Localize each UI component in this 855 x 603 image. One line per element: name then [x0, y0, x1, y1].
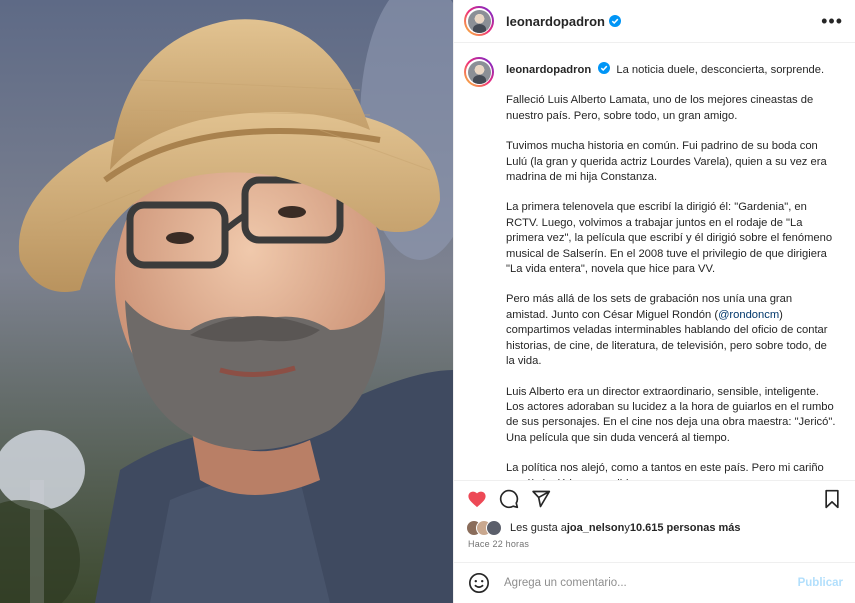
like-button[interactable] — [466, 488, 488, 510]
verified-icon — [598, 62, 611, 74]
bookmark-icon — [825, 489, 839, 509]
share-button[interactable] — [530, 488, 552, 510]
post-photo[interactable] — [0, 0, 453, 603]
publish-button[interactable]: Publicar — [798, 577, 843, 589]
avatar-image — [467, 9, 491, 33]
comment-button[interactable] — [498, 488, 520, 510]
liker-avatar — [486, 520, 502, 536]
caption-paragraph: Pero más allá de los sets de grabación n… — [506, 292, 836, 369]
caption-avatar[interactable] — [464, 57, 494, 87]
instagram-post: leonardopadron ••• leonardopadron La not… — [0, 0, 855, 603]
likes-count[interactable]: 10.615 personas más — [630, 522, 741, 534]
caption-area: leonardopadron La noticia duele, desconc… — [454, 43, 855, 480]
post-header: leonardopadron ••• — [454, 0, 855, 43]
caption-paragraph: La política nos alejó, como a tantos en … — [506, 462, 824, 480]
comment-bar: Publicar — [454, 562, 855, 603]
caption-paragraph: Tuvimos mucha historia en común. Fui pad… — [506, 140, 827, 184]
action-bar — [454, 480, 855, 517]
caption-paragraph: Falleció Luis Alberto Lamata, uno de los… — [506, 94, 814, 122]
emoji-icon[interactable] — [468, 572, 490, 594]
liker-avatars — [466, 520, 506, 536]
mention-link[interactable]: @rondoncm — [718, 309, 779, 321]
comment-input[interactable] — [502, 576, 798, 590]
save-button[interactable] — [821, 488, 843, 510]
more-options-icon[interactable]: ••• — [821, 12, 843, 30]
avatar-image — [467, 60, 491, 84]
caption-text: leonardopadron La noticia duele, desconc… — [506, 57, 836, 480]
share-icon — [532, 490, 551, 508]
verified-icon — [608, 15, 621, 27]
post-side-panel: leonardopadron ••• leonardopadron La not… — [453, 0, 855, 603]
post-timestamp[interactable]: Hace 22 horas — [454, 539, 855, 553]
likes-prefix: Les gusta a — [510, 522, 567, 534]
avatar[interactable] — [464, 6, 494, 36]
comment-icon — [499, 489, 519, 509]
username-link[interactable]: leonardopadron — [506, 14, 605, 29]
likes-summary: Les gusta a joa_nelson y 10.615 personas… — [454, 517, 855, 539]
caption-paragraph: Luis Alberto era un director extraordina… — [506, 385, 836, 444]
caption-username[interactable]: leonardopadron — [506, 64, 591, 76]
heart-filled-icon — [468, 491, 486, 508]
portrait-image — [0, 0, 453, 603]
liker-username[interactable]: joa_nelson — [567, 522, 624, 534]
caption-paragraph: La noticia duele, desconcierta, sorprend… — [616, 64, 825, 76]
caption-paragraph: La primera telenovela que escribí la dir… — [506, 201, 833, 276]
